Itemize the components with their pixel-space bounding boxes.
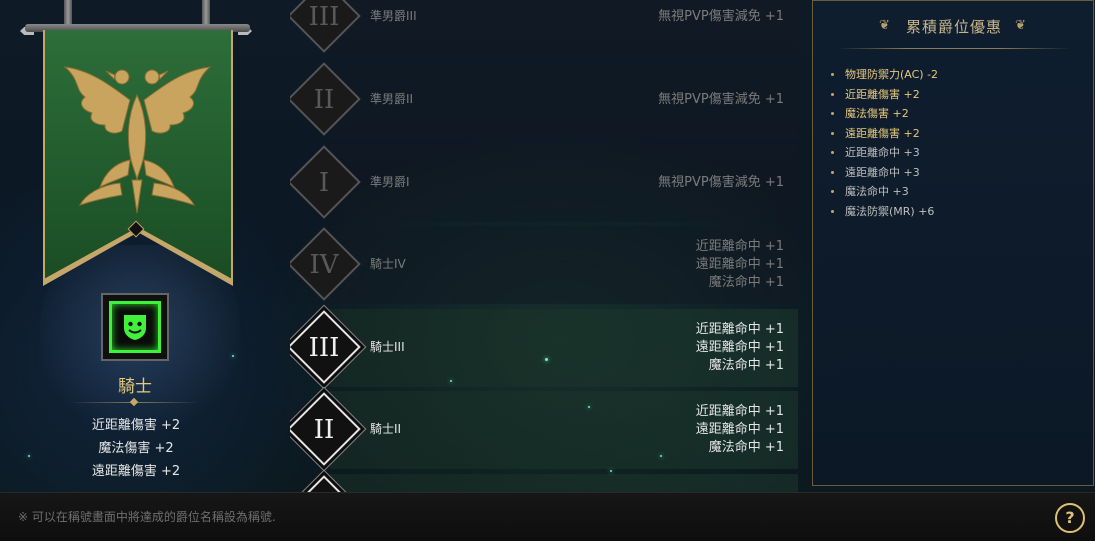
rank-row-name: 準男爵I — [370, 175, 410, 189]
current-rank-name: 騎士 — [118, 377, 152, 397]
rank-row-name: 騎士III — [370, 340, 405, 354]
rank-effect: 近距離命中 +1 — [695, 322, 784, 337]
rank-row-effects: 近距離命中 +1 遠距離命中 +1 魔法命中 +1 — [696, 309, 784, 387]
rank-row-effects: 無視PVP傷害減免 +1 — [658, 61, 784, 139]
rank-list[interactable]: III 準男爵III 無視PVP傷害減免 +1 II 準男爵II 無視PVP傷害… — [290, 0, 802, 492]
rank-row-name: 準男爵III — [370, 9, 417, 23]
footer-note: ※ 可以在稱號畫面中將達成的爵位名稱設為稱號. — [18, 510, 276, 524]
sparkle-particle — [588, 406, 590, 408]
rank-effect: 遠距離命中 +1 — [695, 422, 784, 437]
sparkle-particle — [232, 355, 234, 357]
rank-row-effects: 近距離命中 +1 遠距離命中 +1 魔法命中 +1 — [696, 226, 784, 304]
rank-numeral: III — [308, 333, 340, 363]
rank-numeral: II — [313, 415, 335, 445]
double-headed-eagle-icon — [63, 66, 212, 214]
rank-effect: 無視PVP傷害減免 +1 — [658, 92, 784, 107]
rank-row[interactable]: IV 騎士IV 近距離命中 +1 遠距離命中 +1 魔法命中 +1 — [290, 226, 802, 304]
cumulative-item: 遠距離傷害 +2 — [831, 124, 938, 144]
sparkle-particle — [660, 455, 662, 457]
current-rank-bonus: 魔法傷害 +2 — [98, 441, 174, 456]
rank-divider — [70, 402, 200, 403]
current-rank-bonus: 近距離傷害 +2 — [91, 418, 181, 433]
rank-row[interactable]: II 騎士II 近距離命中 +1 遠距離命中 +1 魔法命中 +1 — [290, 391, 802, 469]
cumulative-benefits-panel: ❦ 累積爵位優惠 ❦ 物理防禦力(AC) -2 近距離傷害 +2 魔法傷害 +2… — [812, 0, 1094, 486]
sparkle-particle — [545, 358, 548, 361]
rank-row-effects: 無視PVP傷害減免 +1 — [658, 144, 784, 222]
cumulative-item: 物理防禦力(AC) -2 — [831, 65, 938, 85]
rank-row-effects: 無視PVP傷害減免 +1 — [658, 0, 784, 56]
rank-effect: 近距離命中 +1 — [695, 239, 784, 254]
knight-shield-face-icon — [124, 315, 146, 340]
rank-effect: 遠距離命中 +1 — [695, 257, 784, 272]
rank-effect: 遠距離命中 +1 — [695, 340, 784, 355]
current-rank-panel: 騎士 近距離傷害 +2 魔法傷害 +2 遠距離傷害 +2 — [0, 0, 270, 492]
cumulative-item: 近距離命中 +3 — [831, 143, 938, 163]
cumulative-list: 物理防禦力(AC) -2 近距離傷害 +2 魔法傷害 +2 遠距離傷害 +2 近… — [831, 65, 938, 221]
cumulative-title: 累積爵位優惠 — [905, 18, 1002, 36]
rank-numeral: III — [308, 2, 340, 32]
rank-effect: 魔法命中 +1 — [708, 358, 784, 373]
rank-effect: 魔法命中 +1 — [708, 440, 784, 455]
rank-effect: 無視PVP傷害減免 +1 — [658, 9, 784, 24]
cumulative-item: 遠距離命中 +3 — [831, 163, 938, 183]
rank-row[interactable]: III 準男爵III 無視PVP傷害減免 +1 — [290, 0, 802, 56]
sparkle-particle — [28, 455, 30, 457]
laurel-right-icon: ❦ — [1015, 18, 1026, 33]
cumulative-item: 近距離傷害 +2 — [831, 85, 938, 105]
cumulative-divider — [837, 48, 1071, 49]
sparkle-particle — [610, 470, 612, 472]
sparkle-particle — [450, 380, 452, 382]
rank-row[interactable]: III 騎士III 近距離命中 +1 遠距離命中 +1 魔法命中 +1 — [290, 309, 802, 387]
footer-bar: ※ 可以在稱號畫面中將達成的爵位名稱設為稱號. — [0, 492, 1095, 541]
rank-numeral: IV — [309, 250, 339, 280]
cumulative-item: 魔法防禦(MR) +6 — [831, 202, 938, 222]
rank-numeral: I — [318, 168, 330, 198]
cumulative-item: 魔法傷害 +2 — [831, 104, 938, 124]
rank-numeral: II — [313, 85, 335, 115]
current-rank-bonus: 遠距離傷害 +2 — [91, 464, 181, 479]
rank-effect: 無視PVP傷害減免 +1 — [658, 175, 784, 190]
rank-row[interactable]: I 準男爵I 無視PVP傷害減免 +1 — [290, 144, 802, 222]
rank-effect: 近距離命中 +1 — [695, 404, 784, 419]
rank-row-effects: 近距離命中 +1 遠距離命中 +1 魔法命中 +1 — [696, 391, 784, 469]
rank-row-name: 準男爵II — [370, 92, 414, 106]
help-button[interactable]: ? — [1055, 503, 1085, 533]
rank-row-name: 騎士II — [370, 422, 402, 436]
cumulative-item: 魔法命中 +3 — [831, 182, 938, 202]
rank-row-name: 騎士IV — [370, 257, 406, 271]
rank-row[interactable] — [290, 474, 802, 492]
current-rank-icon — [101, 293, 169, 361]
rank-row[interactable]: II 準男爵II 無視PVP傷害減免 +1 — [290, 61, 802, 139]
rank-effect: 魔法命中 +1 — [708, 275, 784, 290]
